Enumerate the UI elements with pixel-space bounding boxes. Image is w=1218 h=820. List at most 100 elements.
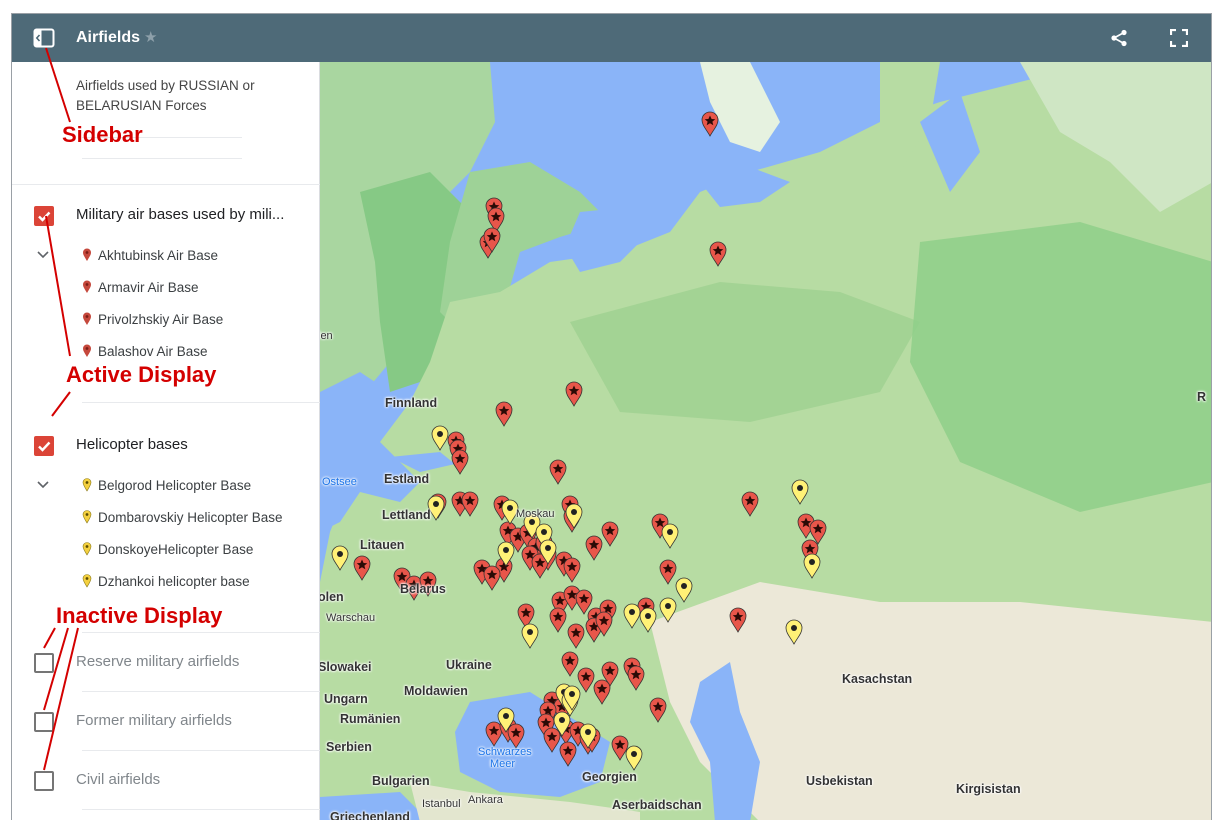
map-label-bulgarien: Bulgarien — [372, 774, 430, 788]
helicopter-base-marker[interactable] — [521, 623, 539, 649]
helicopter-base-marker[interactable] — [791, 479, 809, 505]
air-base-marker[interactable] — [649, 697, 667, 723]
layer-title-military-air-bases[interactable]: Military air bases used by mili... — [76, 206, 304, 223]
air-base-marker[interactable] — [565, 381, 583, 407]
air-base-marker[interactable] — [701, 111, 719, 137]
air-base-marker[interactable] — [543, 727, 561, 753]
helicopter-base-marker[interactable] — [661, 523, 679, 549]
air-base-marker[interactable] — [627, 665, 645, 691]
layer-title-civil-airfields[interactable]: Civil airfields — [76, 771, 304, 788]
layer-checkbox-reserve-airfields[interactable] — [34, 653, 54, 673]
map-label-meer: Meer — [490, 758, 516, 770]
air-base-marker[interactable] — [575, 589, 593, 615]
air-base-marker[interactable] — [549, 459, 567, 485]
list-item[interactable]: Armavir Air Base — [82, 276, 199, 298]
air-base-marker[interactable] — [611, 735, 629, 761]
air-base-marker[interactable] — [507, 723, 525, 749]
map-label-griechenland: Griechenland — [330, 810, 410, 820]
map-label-kasachstan: Kasachstan — [842, 672, 913, 686]
map-label-belarus: Belarus — [400, 582, 446, 596]
air-base-marker[interactable] — [353, 555, 371, 581]
layer-title-reserve-airfields[interactable]: Reserve military airfields — [76, 653, 304, 670]
list-item-label: DonskoyeHelicopter Base — [98, 541, 254, 557]
helicopter-base-marker[interactable] — [623, 603, 641, 629]
map-label-moskau: Moskau — [516, 508, 555, 520]
map-label-litauen: Litauen — [360, 538, 405, 552]
list-item[interactable]: Akhtubinsk Air Base — [82, 244, 218, 266]
map-label-ostsee: Ostsee — [322, 476, 357, 488]
red-pin-icon — [83, 248, 91, 261]
chevron-down-icon[interactable] — [36, 478, 50, 493]
map-canvas[interactable]: len R Finnland Ostsee Estland Lettland M… — [320, 62, 1211, 820]
helicopter-base-marker[interactable] — [331, 545, 349, 571]
air-base-marker[interactable] — [563, 557, 581, 583]
list-item[interactable]: Belgorod Helicopter Base — [82, 474, 251, 496]
map-label-kirgisistan: Kirgisistan — [956, 782, 1021, 796]
map-label-istanbul: Istanbul — [422, 798, 461, 810]
list-item-label: Dombarovskiy Helicopter Base — [98, 509, 283, 525]
air-base-marker[interactable] — [709, 241, 727, 267]
air-base-marker[interactable] — [567, 623, 585, 649]
annotation-sidebar: Sidebar — [62, 122, 143, 147]
helicopter-base-marker[interactable] — [803, 553, 821, 579]
layer-checkbox-civil-airfields[interactable] — [34, 771, 54, 791]
helicopter-base-marker[interactable] — [785, 619, 803, 645]
list-item[interactable]: Privolzhskiy Air Base — [82, 308, 223, 330]
air-base-marker[interactable] — [601, 521, 619, 547]
map-label-schweden: len — [320, 330, 333, 342]
helicopter-base-marker[interactable] — [659, 597, 677, 623]
list-item[interactable]: Dzhankoi helicopter base — [82, 570, 250, 592]
map-label-georgien: Georgien — [582, 770, 637, 784]
fullscreen-icon[interactable] — [1166, 14, 1192, 62]
share-icon[interactable] — [1106, 14, 1132, 62]
air-base-marker[interactable] — [659, 559, 677, 585]
air-base-marker[interactable] — [559, 741, 577, 767]
air-base-marker[interactable] — [483, 565, 501, 591]
air-base-marker[interactable] — [451, 449, 469, 475]
list-item[interactable]: Balashov Air Base — [82, 340, 208, 362]
air-base-marker[interactable] — [485, 721, 503, 747]
map-label-slowakei: Slowakei — [320, 660, 372, 674]
map-label-moldawien: Moldawien — [404, 684, 468, 698]
helicopter-base-marker[interactable] — [675, 577, 693, 603]
air-base-marker[interactable] — [561, 651, 579, 677]
map-title: Airfields — [76, 29, 141, 46]
layer-checkbox-military-air-bases[interactable] — [34, 206, 54, 226]
air-base-marker[interactable] — [585, 535, 603, 561]
list-item[interactable]: Dombarovskiy Helicopter Base — [82, 506, 283, 528]
list-item-label: Armavir Air Base — [98, 279, 199, 295]
map-label-ankara: Ankara — [468, 794, 503, 806]
map-label-finnland: Finnland — [385, 396, 438, 410]
map-label-lettland: Lettland — [382, 508, 431, 522]
red-pin-icon — [83, 312, 91, 325]
air-base-marker[interactable] — [549, 607, 567, 633]
helicopter-base-marker[interactable] — [625, 745, 643, 771]
layer-checkbox-helicopter-bases[interactable] — [34, 436, 54, 456]
map-label-russia-fragment: R — [1197, 390, 1207, 404]
air-base-marker[interactable] — [729, 607, 747, 633]
layer-title-former-airfields[interactable]: Former military airfields — [76, 712, 304, 729]
helicopter-base-marker[interactable] — [431, 425, 449, 451]
sidebar-toggle-icon[interactable] — [30, 14, 58, 62]
red-pin-icon — [83, 344, 91, 357]
air-base-marker[interactable] — [741, 491, 759, 517]
air-base-marker[interactable] — [577, 667, 595, 693]
chevron-down-icon[interactable] — [36, 248, 50, 263]
list-item[interactable]: DonskoyeHelicopter Base — [82, 538, 253, 560]
map-viewer-window: Airfields ★ Airfields used by RUSSIAN or… — [11, 13, 1212, 820]
list-item-label: Belgorod Helicopter Base — [98, 477, 252, 493]
star-icon[interactable]: ★ — [144, 14, 157, 62]
layer-title-helicopter-bases[interactable]: Helicopter bases — [76, 436, 304, 453]
map-label-usbekistan: Usbekistan — [806, 774, 873, 788]
air-base-marker[interactable] — [593, 679, 611, 705]
layer-checkbox-former-airfields[interactable] — [34, 712, 54, 732]
sidebar-panel: Airfields used by RUSSIAN or BELARUSIAN … — [12, 62, 320, 820]
air-base-marker[interactable] — [495, 401, 513, 427]
air-base-marker[interactable] — [461, 491, 479, 517]
map-label-serbien: Serbien — [326, 740, 372, 754]
map-label-polen: olen — [320, 590, 344, 604]
map-label-ukraine: Ukraine — [446, 658, 492, 672]
helicopter-base-marker[interactable] — [639, 607, 657, 633]
list-item-label: Dzhankoi helicopter base — [98, 573, 250, 589]
top-bar: Airfields ★ — [12, 14, 1211, 62]
